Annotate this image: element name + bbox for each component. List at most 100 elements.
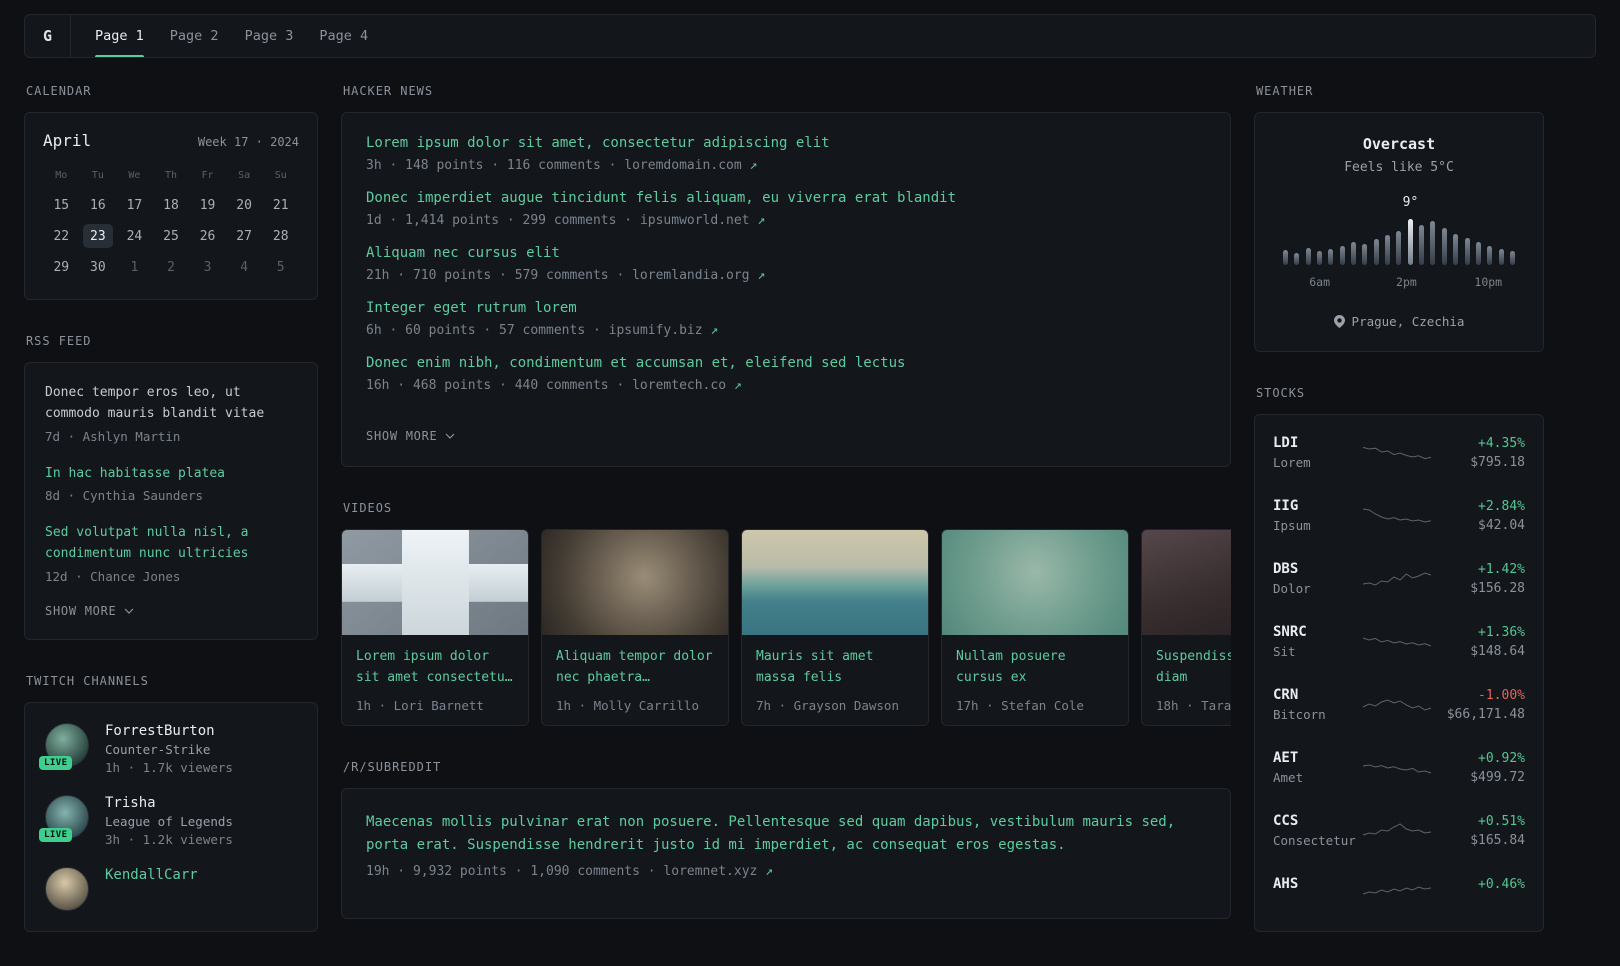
external-link-icon: ↗ xyxy=(765,864,773,880)
video-meta: 17h · Stefan Cole xyxy=(956,698,1084,713)
rss-show-more-label: SHOW MORE xyxy=(45,603,117,618)
weather-bar xyxy=(1464,238,1470,265)
calendar-day: 17 xyxy=(126,197,143,213)
hackernews-item-title[interactable]: Donec enim nibh, condimentum et accumsan… xyxy=(366,355,1206,371)
stock-identity: LDI Lorem xyxy=(1273,435,1361,470)
video-card[interactable]: Aliquam tempor dolor nec phaetra… 1h · M… xyxy=(541,529,729,726)
external-link-icon: ↗ xyxy=(757,213,766,228)
rss-item-title[interactable]: In hac habitasse platea xyxy=(45,464,297,485)
stock-row[interactable]: DBS Dolor +1.42% $156.28 xyxy=(1273,547,1525,610)
videos-section: VIDEOS Lorem ipsum dolor sit amet consec… xyxy=(341,501,1231,726)
page-tabs: Page 1 Page 2 Page 3 Page 4 xyxy=(71,15,392,57)
video-title[interactable]: Suspendisse porta diam xyxy=(1156,647,1231,689)
stock-symbol: IIG xyxy=(1273,498,1299,514)
video-card[interactable]: Nullam posuere cursus ex 17h · Stefan Co… xyxy=(941,529,1129,726)
calendar-header: April Week 17 · 2024 xyxy=(43,131,299,150)
twitch-channel[interactable]: KendallCarr xyxy=(45,866,297,911)
calendar-day-header: Th xyxy=(164,170,178,181)
hackernews-item-title[interactable]: Donec imperdiet augue tincidunt felis al… xyxy=(366,190,1206,206)
stock-values: +1.42% $156.28 xyxy=(1433,562,1525,596)
chevron-down-icon xyxy=(445,433,454,439)
external-link-icon: ↗ xyxy=(749,158,758,173)
rss-feed-item: In hac habitasse platea 8d · Cynthia Sau… xyxy=(45,464,297,504)
hackernews-item-domain: loremdomain.com xyxy=(624,158,742,173)
hackernews-item-title[interactable]: Aliquam nec cursus elit xyxy=(366,245,1206,261)
twitch-avatar-wrap xyxy=(45,866,89,911)
stock-identity: IIG Ipsum xyxy=(1273,498,1361,533)
subreddit-post-title[interactable]: Maecenas mollis pulvinar erat non posuer… xyxy=(366,811,1206,857)
video-card[interactable]: Lorem ipsum dolor sit amet consectetu… 1… xyxy=(341,529,529,726)
video-title[interactable]: Nullam posuere cursus ex xyxy=(956,647,1114,689)
weather-bar xyxy=(1419,225,1425,265)
stock-change: -1.00% xyxy=(1478,687,1525,703)
stock-row[interactable]: IIG Ipsum +2.84% $42.04 xyxy=(1273,484,1525,547)
video-meta: 7h · Grayson Dawson xyxy=(756,698,899,713)
weather-bar xyxy=(1441,228,1447,265)
twitch-channel-game: League of Legends xyxy=(105,813,233,829)
hackernews-item-title[interactable]: Integer eget rutrum lorem xyxy=(366,300,1206,316)
twitch-channel[interactable]: LIVE ForrestBurton Counter-Strike 1h · 1… xyxy=(39,722,297,775)
weather-time-label: 2pm xyxy=(1396,275,1417,289)
calendar-day-header: Sa xyxy=(238,170,251,181)
stock-price xyxy=(1433,896,1525,911)
hackernews-item-domain-link[interactable]: loremtech.co ↗ xyxy=(632,378,742,393)
calendar-day: 1 xyxy=(130,259,139,275)
hackernews-item-domain-link[interactable]: loremdomain.com ↗ xyxy=(624,158,757,173)
stock-price: $499.72 xyxy=(1470,769,1525,785)
stock-symbol: DBS xyxy=(1273,561,1299,577)
stock-sparkline xyxy=(1362,446,1432,459)
rss-item-title[interactable]: Sed volutpat nulla nisl, a condimentum n… xyxy=(45,523,297,565)
video-title[interactable]: Aliquam tempor dolor nec phaetra… xyxy=(556,647,714,689)
stock-row[interactable]: CRN Bitcorn -1.00% $66,171.48 xyxy=(1273,673,1525,736)
page-tab[interactable]: Page 3 xyxy=(245,15,294,57)
twitch-channel-name[interactable]: Trisha xyxy=(105,795,233,811)
stock-row[interactable]: SNRC Sit +1.36% $148.64 xyxy=(1273,610,1525,673)
hackernews-item-domain-link[interactable]: ipsumify.biz ↗ xyxy=(609,323,719,338)
page-tab[interactable]: Page 4 xyxy=(319,15,368,57)
weather-bar xyxy=(1317,251,1323,265)
rss-card: Donec tempor eros leo, ut commodo mauris… xyxy=(24,362,318,640)
calendar-day: 24 xyxy=(126,228,143,244)
hackernews-item-domain-link[interactable]: loremlandia.org ↗ xyxy=(632,268,765,283)
stock-symbol: CRN xyxy=(1273,687,1299,703)
hackernews-show-more-button[interactable]: SHOW MORE xyxy=(366,429,455,443)
page-tab[interactable]: Page 2 xyxy=(170,15,219,57)
rss-item-title[interactable]: Donec tempor eros leo, ut commodo mauris… xyxy=(45,383,297,425)
stock-name: Dolor xyxy=(1273,581,1311,596)
hackernews-item-title[interactable]: Lorem ipsum dolor sit amet, consectetur … xyxy=(366,135,1206,151)
stock-values: -1.00% $66,171.48 xyxy=(1433,688,1525,722)
page-tab[interactable]: Page 1 xyxy=(95,15,144,57)
stock-change: +4.35% xyxy=(1478,435,1525,451)
twitch-channel[interactable]: LIVE Trisha League of Legends 3h · 1.2k … xyxy=(39,794,297,847)
weather-bar xyxy=(1373,239,1379,265)
hackernews-item-domain-link[interactable]: ipsumworld.net ↗ xyxy=(640,213,765,228)
stock-name: Consectetur xyxy=(1273,833,1356,848)
twitch-channel-name[interactable]: KendallCarr xyxy=(105,867,198,883)
rss-show-more-button[interactable]: SHOW MORE xyxy=(45,604,134,618)
calendar-day: 27 xyxy=(236,228,252,244)
video-body: Nullam posuere cursus ex 17h · Stefan Co… xyxy=(942,635,1128,725)
stock-sparkline xyxy=(1362,885,1432,894)
stock-row[interactable]: AHS +0.46% xyxy=(1273,862,1525,925)
twitch-channel-name[interactable]: ForrestBurton xyxy=(105,723,233,739)
video-card[interactable]: Mauris sit amet massa felis 7h · Grayson… xyxy=(741,529,929,726)
app-logo[interactable]: G xyxy=(25,15,71,57)
subreddit-post-domain-link[interactable]: loremnet.xyz ↗ xyxy=(663,864,773,879)
video-title[interactable]: Mauris sit amet massa felis xyxy=(756,647,914,689)
stock-row[interactable]: AET Amet +0.92% $499.72 xyxy=(1273,736,1525,799)
twitch-channel-meta: 1h · 1.7k viewers xyxy=(105,759,233,775)
weather-card: Overcast Feels like 5°C 9° 6am 2pm 10pm xyxy=(1254,112,1544,352)
hackernews-item-stats: 3h · 148 points · 116 comments · xyxy=(366,158,625,173)
calendar-day-headers: Mo Tu We Th Fr Sa Su xyxy=(43,170,299,181)
hackernews-item-stats: 21h · 710 points · 579 comments · xyxy=(366,268,633,283)
video-title[interactable]: Lorem ipsum dolor sit amet consectetu… xyxy=(356,647,514,689)
calendar-week-year: Week 17 · 2024 xyxy=(197,135,299,149)
stock-row[interactable]: LDI Lorem +4.35% $795.18 xyxy=(1273,421,1525,484)
stock-change: +1.36% xyxy=(1478,624,1525,640)
video-thumbnail xyxy=(542,530,728,635)
video-card[interactable]: Suspendisse porta diam 18h · Tara Bell xyxy=(1141,529,1231,726)
external-link-icon: ↗ xyxy=(733,378,742,393)
stock-sparkline xyxy=(1362,637,1432,646)
stock-row[interactable]: CCS Consectetur +0.51% $165.84 xyxy=(1273,799,1525,862)
calendar-day: 18 xyxy=(163,197,179,213)
